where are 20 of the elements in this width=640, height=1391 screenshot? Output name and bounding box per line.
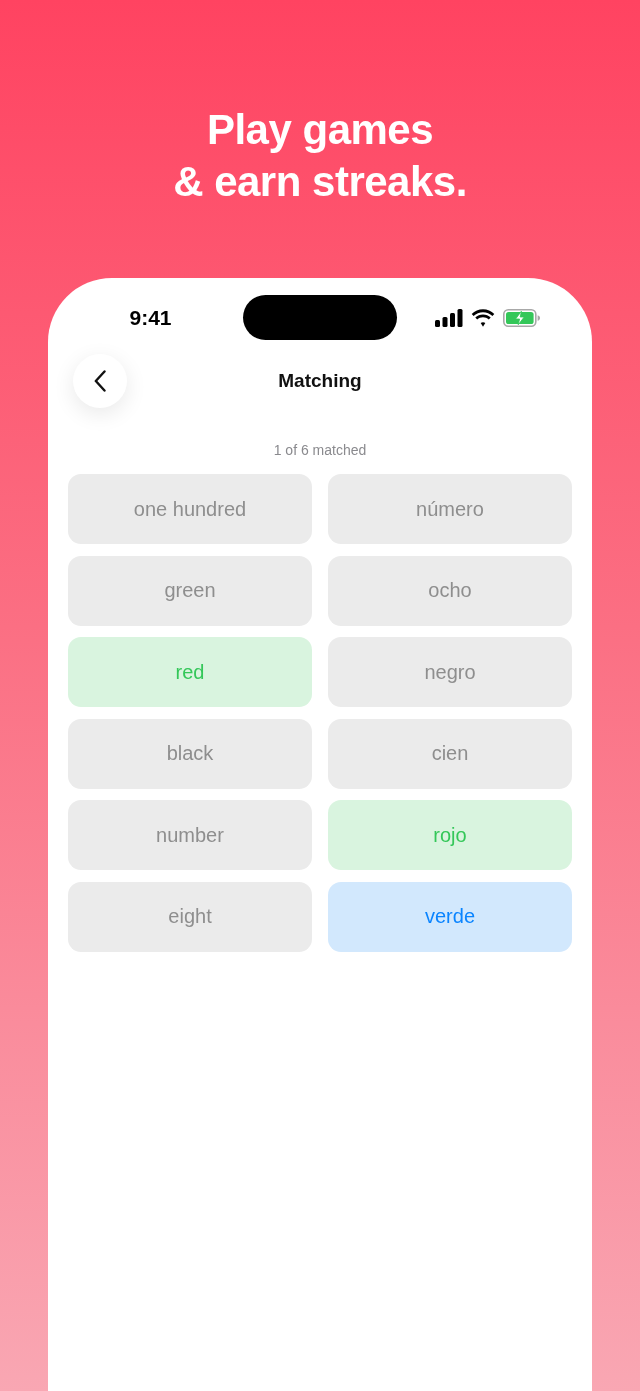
word-tile[interactable]: number [68, 800, 312, 871]
word-tile[interactable]: rojo [328, 800, 572, 871]
screen-title: Matching [278, 370, 362, 392]
word-tile[interactable]: verde [328, 881, 572, 952]
status-time: 9:41 [129, 305, 172, 330]
wifi-icon [470, 308, 495, 327]
word-tile[interactable]: negro [328, 637, 572, 708]
progress-text: 1 of 6 matched [273, 441, 367, 459]
back-chevron-icon [94, 370, 106, 392]
charging-battery-icon [502, 308, 541, 327]
word-tile[interactable]: black [68, 718, 312, 789]
headline: Play games & earn streaks. [173, 105, 467, 207]
word-tile[interactable]: eight [68, 881, 312, 952]
word-tile[interactable]: green [68, 555, 312, 626]
word-tile[interactable]: red [68, 637, 312, 708]
word-tile[interactable]: one hundred [68, 474, 312, 544]
word-tile[interactable]: ocho [328, 555, 572, 626]
word-tile[interactable]: cien [328, 718, 572, 789]
word-tile[interactable]: número [328, 474, 572, 544]
signal-icon [434, 308, 463, 327]
